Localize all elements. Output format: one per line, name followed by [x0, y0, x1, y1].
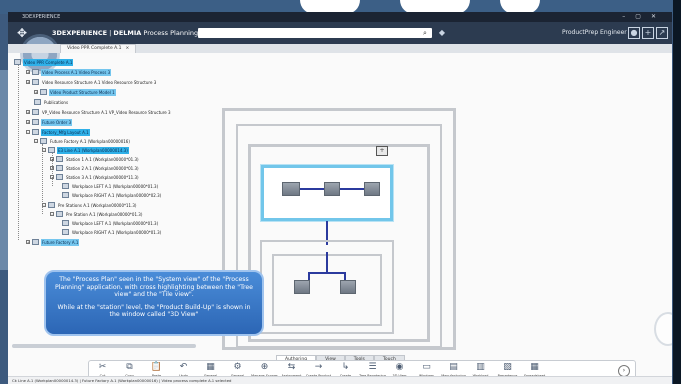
- search-icon[interactable]: ⌕: [420, 28, 430, 38]
- tree-node[interactable]: + Video Resource Structure A.1 Video Reso…: [26, 78, 157, 85]
- layout-icon: [32, 129, 39, 135]
- tree-node[interactable]: + Future Factory A.1: [26, 238, 80, 246]
- tag-icon[interactable]: ◆: [436, 27, 448, 39]
- tree-node[interactable]: Video PPR Complete A.1: [14, 58, 74, 66]
- tree-node[interactable]: + Video Product Structure Model 1: [34, 88, 116, 96]
- tile-station-highlighted[interactable]: [261, 165, 393, 221]
- background-edge: [673, 0, 681, 384]
- machine-icon: [340, 280, 356, 294]
- tree-node[interactable]: – E3 Line A.1 (Workplan00000014.3): [42, 146, 129, 154]
- expand-icon[interactable]: +: [376, 146, 388, 156]
- tree-node[interactable]: + VP_Video Resource Structure A.1 VP_Vide…: [26, 108, 172, 115]
- machine-icon: [294, 280, 310, 294]
- create-precedence-icon: ↳: [341, 362, 350, 372]
- ppr-icon: [14, 59, 21, 65]
- manufacturing-system-icon: ▤: [449, 362, 458, 372]
- status-text: Ck Line A.1 (Workplan00000014.3) | Futur…: [12, 378, 232, 383]
- robot-widget[interactable]: [654, 312, 672, 346]
- tutorial-caption: The "Process Plan" seen in the "System v…: [44, 270, 264, 336]
- app-title: 3DEXPERIENCE | DELMIA Process Planning: [52, 22, 198, 44]
- station-icon: [56, 165, 63, 171]
- workload-balancer-icon: ▥: [476, 362, 485, 372]
- spreadsheet-icon: ▦: [530, 362, 539, 372]
- paste-icon: 📋: [150, 362, 163, 372]
- tab-document[interactable]: Video PPR Complete A.1 ×: [60, 44, 137, 53]
- tree-node[interactable]: – Pre Stations A.1 (Workplan00000*11.3): [42, 201, 137, 208]
- user-icon[interactable]: ●: [628, 27, 640, 39]
- station-icon: [56, 174, 63, 180]
- window-title: 3DEXPERIENCE: [22, 14, 61, 20]
- order-icon: [32, 119, 39, 125]
- window-controls[interactable]: –▢✕: [622, 12, 666, 22]
- caption-line-2: While at the "station" level, the "Produ…: [57, 303, 251, 319]
- app-window: 3DEXPERIENCE –▢✕ ✥ 3DEXPERIENCE | DELMIA…: [8, 12, 672, 384]
- flow-link: [308, 272, 310, 280]
- close-icon[interactable]: ×: [125, 46, 129, 51]
- tree-scrollbar[interactable]: [12, 344, 196, 348]
- app-header: ✥ 3DEXPERIENCE | DELMIA Process Planning…: [8, 22, 672, 44]
- document-tabbar: Video PPR Complete A.1 ×: [8, 44, 672, 53]
- window-titlebar: 3DEXPERIENCE –▢✕: [8, 12, 672, 22]
- app-brand: 3DEXPERIENCE: [52, 29, 108, 37]
- tree-node[interactable]: Workplace RIGHT A.1 (Workplan00000*01.3): [62, 228, 162, 235]
- flow-link: [344, 272, 346, 280]
- workplace-icon: [62, 192, 69, 198]
- tree-node[interactable]: Publications: [34, 98, 69, 105]
- tree-node[interactable]: – Pre Station A.1 (Workplan00000*01.3): [50, 210, 143, 217]
- workplace-icon: [62, 220, 69, 226]
- tree-node[interactable]: Workplace RIGHT A.1 (Workplan00000*02.3): [62, 191, 162, 198]
- tree-node[interactable]: + Future Order 3: [26, 118, 73, 126]
- assignment-manager-icon: ⇆: [287, 362, 296, 372]
- line-icon: [48, 147, 55, 153]
- status-bar: Ck Line A.1 (Workplan00000014.3) | Futur…: [8, 376, 672, 384]
- precedence-graph-icon: ▧: [503, 362, 512, 372]
- machine-icon: [364, 182, 380, 196]
- tree-node[interactable]: + Station 2 A.1 (Workplan00000*01.3): [50, 164, 140, 171]
- general-system-icon: ▦: [206, 362, 215, 372]
- share-icon[interactable]: ↗: [656, 27, 668, 39]
- caption-line-1: The "Process Plan" seen in the "System v…: [55, 276, 253, 299]
- product-icon: [40, 89, 47, 95]
- user-role[interactable]: ProductPrep Engineer: [562, 22, 627, 44]
- windows-icon: ▭: [422, 362, 431, 372]
- process-icon: [32, 69, 39, 75]
- search-input[interactable]: ⌕: [198, 28, 432, 38]
- general-operation-icon: ⚙: [233, 362, 242, 372]
- tab-document-label: Video PPR Complete A.1: [67, 46, 122, 51]
- resource-icon: [32, 79, 39, 85]
- workplace-icon: [62, 183, 69, 189]
- tree-node[interactable]: Workplace LEFT A.1 (Workplan00000*01.3): [62, 219, 159, 226]
- undo-icon: ↶: [179, 362, 188, 372]
- workplace-icon: [62, 229, 69, 235]
- resource-icon: [32, 109, 39, 115]
- machine-icon: [324, 182, 340, 196]
- machine-icon: [282, 182, 300, 196]
- factory-icon: [40, 138, 47, 144]
- app-product: DELMIA: [113, 29, 142, 37]
- tree-node[interactable]: – Future Factory A.1 (Workplan00000016): [34, 137, 131, 144]
- tree-reordering-icon: ☰: [368, 362, 377, 372]
- line-icon: [48, 202, 55, 208]
- tree-node[interactable]: – Station 3 A.1 (Workplan00000*11.3): [50, 173, 140, 180]
- flow-link: [326, 252, 328, 274]
- tree-view: Video PPR Complete A.1 + Video Process A.…: [12, 56, 208, 246]
- create-flow-icon: →: [314, 362, 323, 372]
- manage-scopes-icon: ⊕: [260, 362, 269, 372]
- add-icon[interactable]: +: [642, 27, 654, 39]
- 3d-view-icon: ◉: [395, 362, 404, 372]
- app-module: Process Planning: [141, 29, 199, 37]
- station-icon: [56, 211, 63, 217]
- copy-icon: ⧉: [126, 362, 133, 372]
- station-icon: [56, 156, 63, 162]
- background-strip: [0, 70, 8, 270]
- tree-node[interactable]: + Station 1 A.1 (Workplan00000*01.3): [50, 155, 140, 162]
- factory-icon: [32, 239, 39, 245]
- publications-icon: [34, 99, 41, 105]
- scissors-icon: ✂: [98, 362, 107, 372]
- tree-node[interactable]: – Factory_Mfg Layout A.1: [26, 128, 90, 136]
- tree-node[interactable]: + Video Process A.1 Video Process 3: [26, 68, 112, 76]
- tree-node[interactable]: Workplace LEFT A.1 (Workplan00000*01.3): [62, 182, 159, 189]
